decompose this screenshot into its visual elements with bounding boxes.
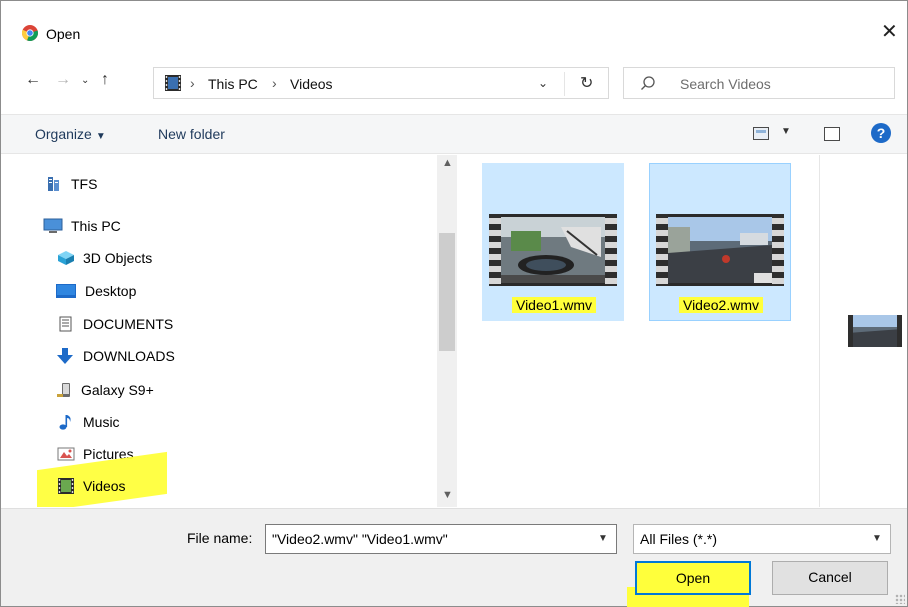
nav-item-3d-objects[interactable]: 3D Objects — [1, 243, 437, 273]
download-icon — [57, 348, 73, 364]
nav-item-downloads[interactable]: DOWNLOADS — [1, 341, 437, 371]
film-strip — [772, 214, 784, 286]
nav-item-videos[interactable]: Videos — [1, 471, 437, 501]
organize-button[interactable]: Organize ▼ — [35, 126, 106, 142]
breadcrumb-this-pc[interactable]: This PC — [208, 76, 258, 92]
nav-label: DOWNLOADS — [83, 348, 175, 364]
nav-item-documents[interactable]: DOCUMENTS — [1, 309, 437, 339]
command-toolbar: Organize ▼ New folder ▼ ? — [1, 114, 907, 154]
file-name: Video1.wmv — [483, 297, 625, 313]
file-item-video2[interactable]: Video2.wmv — [649, 163, 791, 321]
view-options-icon[interactable] — [753, 127, 769, 140]
close-icon[interactable]: ✕ — [881, 21, 898, 43]
address-row: ← → ⌄ ↑ › This PC › Videos ⌄ ↻ Search Vi… — [1, 63, 907, 101]
scroll-up-icon[interactable]: ▲ — [442, 157, 453, 169]
nav-label: TFS — [71, 176, 98, 192]
computer-icon — [43, 218, 63, 233]
file-type-value: All Files (*.*) — [640, 531, 718, 547]
nav-label: Music — [83, 414, 120, 430]
phone-icon — [57, 383, 70, 397]
breadcrumb-separator: › — [272, 75, 277, 91]
nav-item-desktop[interactable]: Desktop — [1, 276, 437, 306]
preview-pane — [819, 155, 907, 507]
nav-item-music[interactable]: Music — [1, 407, 437, 437]
film-icon — [58, 478, 74, 494]
file-list: Video1.wmv Video2.wmv — [458, 155, 818, 507]
chrome-icon — [22, 25, 38, 41]
nav-label: This PC — [71, 218, 121, 234]
nav-label: DOCUMENTS — [83, 316, 174, 332]
file-item-video1[interactable]: Video1.wmv — [482, 163, 624, 321]
search-input[interactable]: Search Videos — [680, 76, 771, 92]
scroll-down-icon[interactable]: ▼ — [442, 489, 453, 501]
file-name-label: File name: — [187, 530, 253, 546]
file-name-text: Video2.wmv — [678, 297, 763, 313]
picture-icon — [57, 447, 75, 461]
address-divider — [564, 72, 565, 96]
thumbnail-image — [668, 217, 772, 283]
back-arrow-icon[interactable]: ← — [25, 71, 41, 89]
preview-pane-icon[interactable] — [824, 127, 840, 141]
dialog-footer: File name: "Video2.wmv" "Video1.wmv" ▼ A… — [1, 508, 907, 607]
dialog-title: Open — [46, 26, 81, 42]
refresh-icon[interactable]: ↻ — [580, 73, 593, 93]
nav-label: Desktop — [85, 283, 137, 299]
file-name-text: Video1.wmv — [511, 297, 596, 313]
cancel-button[interactable]: Cancel — [772, 561, 888, 595]
preview-thumbnail — [848, 315, 902, 347]
forward-arrow-icon[interactable]: → — [55, 71, 71, 89]
open-button[interactable]: Open — [635, 561, 751, 595]
preview-image — [848, 315, 902, 347]
resize-grip-icon[interactable] — [895, 594, 905, 604]
title-bar — [1, 1, 907, 33]
nav-item-pictures[interactable]: Pictures — [1, 439, 437, 469]
breadcrumb-separator: › — [190, 75, 195, 91]
nav-scrollbar[interactable]: ▲ ▼ — [437, 155, 457, 507]
desktop-icon — [56, 284, 76, 298]
navigation-pane: TFS This PC 3D Objects Desktop DOCUMENTS… — [1, 155, 457, 507]
film-strip — [605, 214, 617, 286]
new-folder-button[interactable]: New folder — [158, 126, 225, 142]
nav-item-tfs[interactable]: TFS — [1, 169, 437, 199]
film-strip — [489, 214, 501, 286]
caret-down-icon[interactable]: ▼ — [781, 126, 791, 137]
open-dialog: Open ✕ ← → ⌄ ↑ › This PC › Videos ⌄ ↻ Se… — [0, 0, 908, 607]
up-arrow-icon[interactable]: ↑ — [101, 71, 109, 89]
scroll-thumb[interactable] — [439, 233, 455, 351]
nav-label: Videos — [83, 478, 126, 494]
thumbnail-image — [501, 217, 605, 283]
caret-down-icon: ▼ — [95, 131, 106, 142]
server-icon — [48, 177, 59, 191]
film-icon — [165, 75, 181, 91]
help-icon[interactable]: ? — [871, 123, 891, 143]
chevron-down-icon[interactable]: ▼ — [598, 533, 608, 544]
nav-item-galaxy-s9[interactable]: Galaxy S9+ — [1, 375, 437, 405]
nav-label: 3D Objects — [83, 250, 153, 266]
file-name-input[interactable]: "Video2.wmv" "Video1.wmv" ▼ — [265, 524, 617, 554]
search-icon — [641, 76, 655, 90]
organize-label: Organize — [35, 126, 92, 142]
film-strip — [656, 214, 668, 286]
nav-item-this-pc[interactable]: This PC — [1, 211, 437, 241]
video-thumbnail — [656, 214, 784, 286]
video-thumbnail — [489, 214, 617, 286]
address-bar[interactable]: › This PC › Videos ⌄ ↻ — [153, 67, 609, 99]
cube-icon — [58, 251, 74, 265]
file-type-select[interactable]: All Files (*.*) ▼ — [633, 524, 891, 554]
chevron-down-icon[interactable]: ▼ — [872, 533, 882, 544]
nav-label: Galaxy S9+ — [81, 382, 154, 398]
file-name-value: "Video2.wmv" "Video1.wmv" — [272, 531, 448, 547]
breadcrumb-videos[interactable]: Videos — [290, 76, 333, 92]
document-icon — [59, 316, 72, 332]
recent-chevron-down-icon[interactable]: ⌄ — [81, 75, 89, 86]
search-box[interactable]: Search Videos — [623, 67, 895, 99]
file-name: Video2.wmv — [650, 297, 792, 313]
address-chevron-down-icon[interactable]: ⌄ — [538, 76, 548, 90]
music-note-icon — [59, 415, 71, 430]
